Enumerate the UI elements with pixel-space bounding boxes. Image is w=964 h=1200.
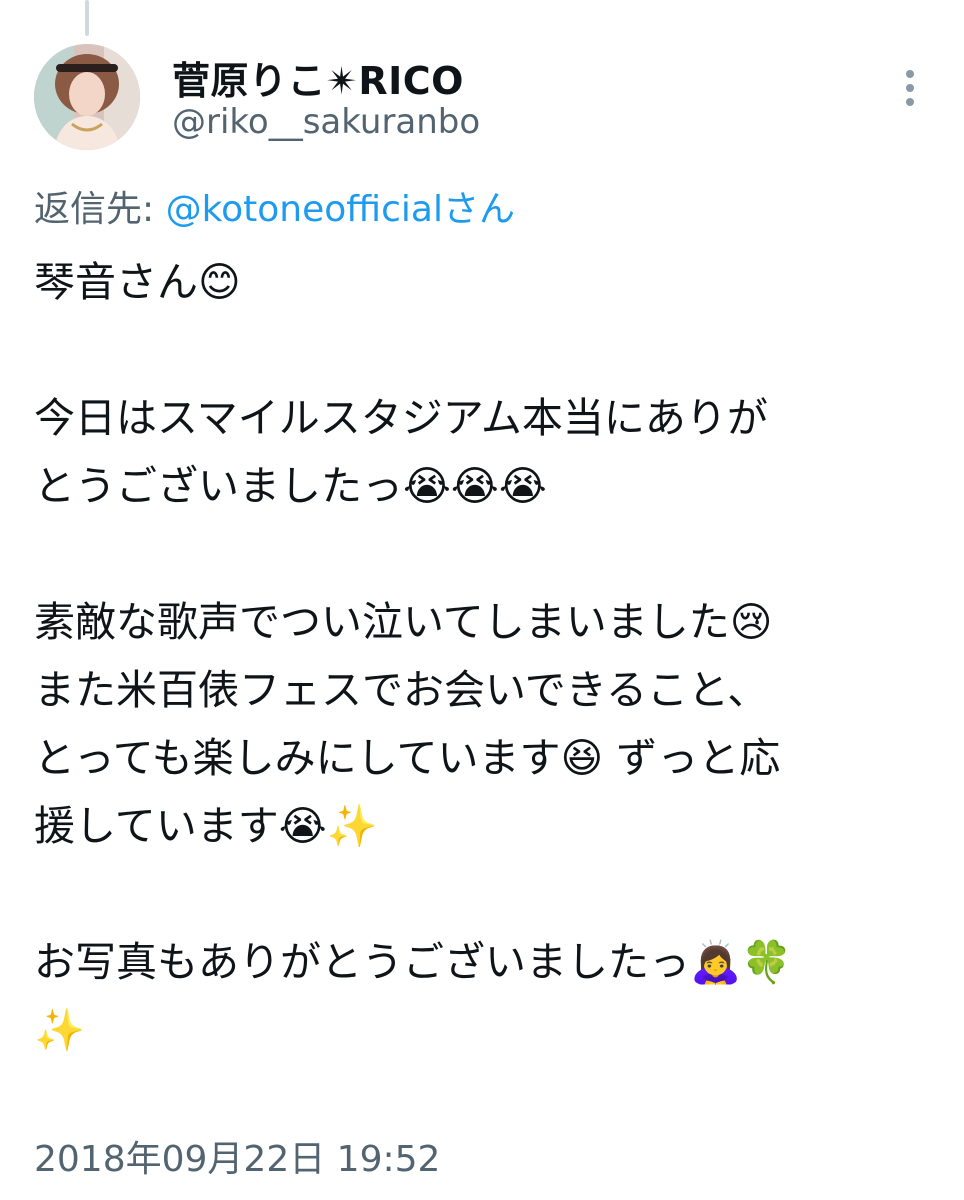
tweet-line: とうございましたっ😭😭😭 <box>34 462 547 510</box>
tweet-line: 素敵な歌声でつい泣いてしまいました😢 <box>34 598 773 646</box>
more-vertical-icon[interactable] <box>896 66 924 110</box>
tweet-timestamp[interactable]: 2018年09月22日 19:52 <box>34 1130 440 1182</box>
thread-connector-line <box>85 0 89 36</box>
tweet-line: 今日はスマイルスタジアム本当にありが <box>34 394 768 442</box>
tweet-line: ✨ <box>34 1006 86 1054</box>
tweet-line: 琴音さん😊 <box>34 258 241 306</box>
avatar[interactable] <box>34 44 140 150</box>
tweet-line: お写真もありがとうございましたっ🙇‍♀️🍀 <box>34 938 793 986</box>
tweet-line: また米百俵フェスでお会いできること、 <box>34 666 769 714</box>
tweet-text: 琴音さん😊 今日はスマイルスタジアム本当にありが とうございましたっ😭😭😭 素敵… <box>34 248 934 1064</box>
tweet-line: 援しています😭✨ <box>34 802 378 850</box>
user-handle[interactable]: @riko__sakuranbo <box>172 102 480 142</box>
tweet-line: とっても楽しみにしています😆 ずっと応 <box>34 734 781 782</box>
reply-prefix: 返信先: <box>34 189 166 230</box>
reply-target-link[interactable]: @kotoneofficialさん <box>166 189 515 230</box>
display-name[interactable]: 菅原りこ✴RICO <box>172 50 464 105</box>
reply-context: 返信先: @kotoneofficialさん <box>34 180 515 232</box>
